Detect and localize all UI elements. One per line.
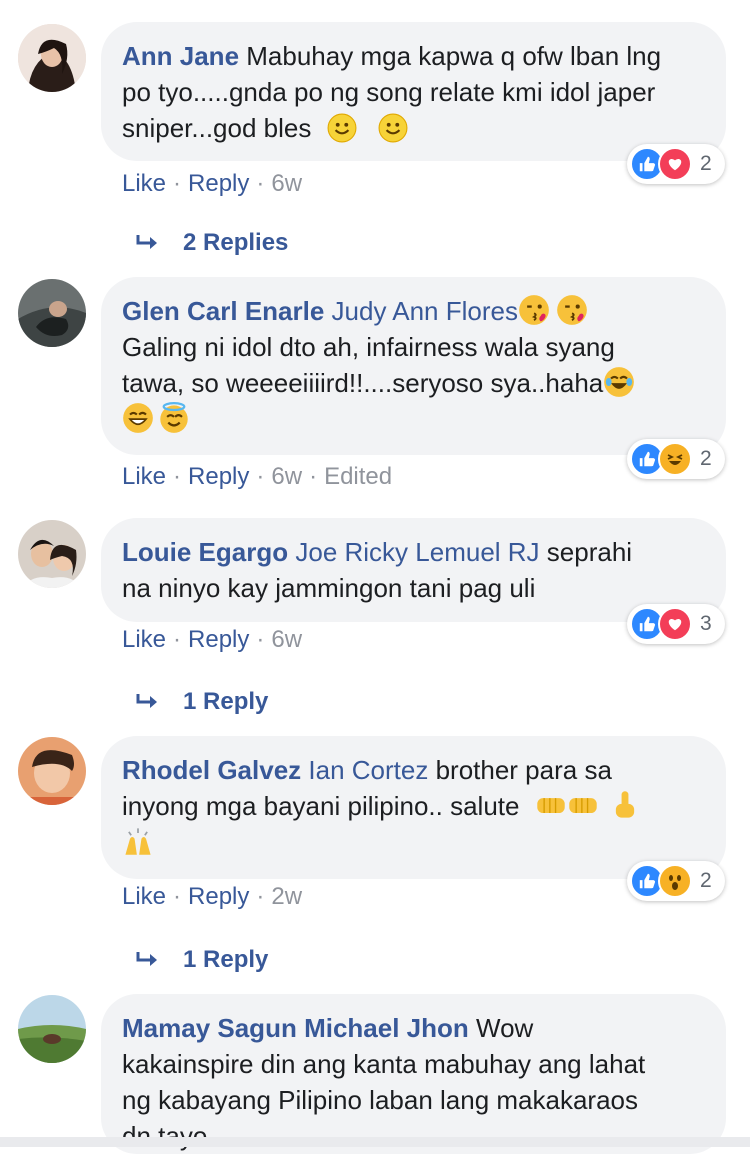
reaction-count: 2 xyxy=(700,152,712,175)
comment-actions: Like · Reply · 6w xyxy=(122,626,303,653)
replies-count-label: 2 Replies xyxy=(183,229,289,256)
like-link[interactable]: Like xyxy=(122,883,166,910)
reply-arrow-icon xyxy=(136,952,157,966)
haha-icon xyxy=(658,442,692,476)
comment-author[interactable]: Ann Jane xyxy=(122,41,239,71)
like-link[interactable]: Like xyxy=(122,626,166,653)
comment-actions: Like · Reply · 2w xyxy=(122,883,303,910)
comment-bubble: Louie Egargo Joe Ricky Lemuel RJ seprahi… xyxy=(101,518,726,622)
view-replies-link[interactable]: 1 Reply xyxy=(135,688,268,716)
reaction-count: 2 xyxy=(700,447,712,470)
avatar[interactable] xyxy=(18,279,86,347)
reply-link[interactable]: Reply xyxy=(188,463,249,490)
like-link[interactable]: Like xyxy=(122,170,166,197)
mention-link[interactable]: Judy Ann Flores xyxy=(332,296,518,326)
halo-emoji-icon xyxy=(159,402,189,434)
reply-link[interactable]: Reply xyxy=(188,626,249,653)
comment-text-line: kakainspire din ang kanta mabuhay ang la… xyxy=(122,1049,646,1079)
reaction-summary[interactable]: 2 xyxy=(627,861,725,901)
fist-bump-emoji-icon xyxy=(568,797,598,814)
view-replies-link[interactable]: 2 Replies xyxy=(135,229,288,257)
mention-link[interactable]: Ian Cortez xyxy=(308,755,428,785)
tears-of-joy-emoji-icon xyxy=(603,366,636,398)
comment-text-line: na ninyo kay jammingon tani pag uli xyxy=(122,573,536,603)
comment-text-line: Wow xyxy=(476,1013,534,1043)
comment-time[interactable]: 2w xyxy=(271,883,302,910)
comment-text-line: Mabuhay mga kapwa q ofw lban lng xyxy=(246,41,662,71)
smile-emoji-icon xyxy=(377,113,408,143)
comment-bubble: Rhodel Galvez Ian Cortez brother para sa… xyxy=(101,736,726,879)
avatar[interactable] xyxy=(18,24,86,92)
comment-time[interactable]: 6w xyxy=(271,170,302,197)
mention-link[interactable]: Michael Jhon xyxy=(304,1013,469,1043)
comment-time[interactable]: 6w xyxy=(271,463,302,490)
edited-label[interactable]: Edited xyxy=(324,463,392,490)
avatar[interactable] xyxy=(18,995,86,1063)
reaction-summary[interactable]: 2 xyxy=(627,439,725,479)
bottom-divider xyxy=(0,1137,750,1147)
avatar[interactable] xyxy=(18,520,86,588)
raised-hands-emoji-icon xyxy=(124,827,152,856)
reply-arrow-icon xyxy=(136,235,157,249)
reply-link[interactable]: Reply xyxy=(188,170,249,197)
reply-arrow-icon xyxy=(136,694,157,708)
love-icon xyxy=(658,147,692,181)
comment-author[interactable]: Louie Egargo xyxy=(122,537,288,567)
reaction-count: 2 xyxy=(700,869,712,892)
comment-actions: Like · Reply · 6w · Edited xyxy=(122,463,393,490)
kiss-emoji-icon xyxy=(517,294,550,326)
smile-emoji-icon xyxy=(326,113,357,143)
comment-time[interactable]: 6w xyxy=(271,626,302,653)
comment-author[interactable]: Glen Carl Enarle xyxy=(122,296,324,326)
wow-icon xyxy=(658,864,692,898)
replies-count-label: 1 Reply xyxy=(183,946,269,973)
comment-text-line: sniper...god bles xyxy=(122,113,312,143)
point-up-emoji-icon xyxy=(615,791,634,818)
comment-bubble: Mamay Sagun Michael Jhon Wow kakainspire… xyxy=(101,994,726,1154)
reaction-summary[interactable]: 3 xyxy=(627,604,725,644)
comment-text-line: tawa, so weeeeiiiird!!....seryoso sya..h… xyxy=(122,368,604,398)
mention-link[interactable]: Joe Ricky Lemuel RJ xyxy=(295,537,539,567)
comment-text-line: inyong mga bayani pilipino.. salute xyxy=(122,791,520,821)
reply-link[interactable]: Reply xyxy=(188,883,249,910)
comment-author[interactable]: Rhodel Galvez xyxy=(122,755,301,785)
comment-text-line: po tyo.....gnda po ng song relate kmi id… xyxy=(122,77,656,107)
replies-count-label: 1 Reply xyxy=(183,688,269,715)
comment-text-line: Galing ni idol dto ah, infairness wala s… xyxy=(122,332,615,362)
comment-actions: Like · Reply · 6w xyxy=(122,170,303,197)
like-link[interactable]: Like xyxy=(122,463,166,490)
reaction-count: 3 xyxy=(700,612,712,635)
comment-bubble: Ann Jane Mabuhay mga kapwa q ofw lban ln… xyxy=(101,22,726,161)
comment-author[interactable]: Mamay Sagun xyxy=(122,1013,297,1043)
comment-text-line: ng kabayang Pilipino laban lang makakara… xyxy=(122,1085,639,1115)
grin-emoji-icon xyxy=(122,402,154,434)
fist-bump-emoji-icon xyxy=(536,797,566,814)
love-icon xyxy=(658,607,692,641)
comment-bubble: Glen Carl Enarle Judy Ann Flores Galing … xyxy=(101,277,726,455)
avatar[interactable] xyxy=(18,737,86,805)
kiss-emoji-icon xyxy=(555,294,588,326)
view-replies-link[interactable]: 1 Reply xyxy=(135,946,268,974)
comment-text-line: seprahi xyxy=(546,537,633,567)
reaction-summary[interactable]: 2 xyxy=(627,144,725,184)
comment-text-line: brother para sa xyxy=(435,755,612,785)
